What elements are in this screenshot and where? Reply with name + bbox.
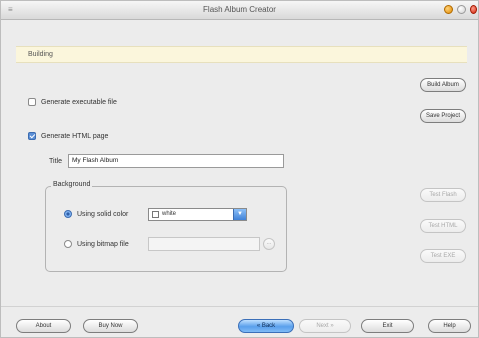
- generate-executable-checkbox[interactable]: [28, 98, 36, 106]
- color-select[interactable]: white ▼: [148, 208, 247, 221]
- minimize-icon[interactable]: [444, 5, 453, 14]
- help-button[interactable]: Help: [428, 319, 471, 333]
- exit-button[interactable]: Exit: [361, 319, 414, 333]
- generate-html-checkbox[interactable]: [28, 132, 36, 140]
- generate-html-label: Generate HTML page: [41, 132, 109, 140]
- solid-color-option[interactable]: Using solid color: [64, 210, 128, 218]
- maximize-icon[interactable]: [457, 5, 466, 14]
- generate-executable-option[interactable]: Generate executable file: [28, 98, 117, 106]
- color-value: white: [162, 211, 177, 217]
- solid-color-radio[interactable]: [64, 210, 72, 218]
- save-project-button[interactable]: Save Project: [420, 109, 466, 123]
- test-exe-button[interactable]: Test EXE: [420, 249, 466, 263]
- footer-divider: [1, 306, 478, 307]
- next-button[interactable]: Next »: [299, 319, 351, 333]
- bitmap-label: Using bitmap file: [77, 240, 129, 248]
- test-flash-button[interactable]: Test Flash: [420, 188, 466, 202]
- app-window: ≡ Flash Album Creator Building Build Alb…: [0, 0, 479, 338]
- chevron-down-icon[interactable]: ▼: [233, 209, 246, 220]
- background-group: [45, 186, 287, 272]
- browse-button[interactable]: ...: [263, 238, 275, 250]
- bitmap-option[interactable]: Using bitmap file: [64, 240, 129, 248]
- about-button[interactable]: About: [16, 319, 71, 333]
- close-icon[interactable]: [470, 5, 477, 14]
- color-swatch: [152, 211, 159, 218]
- window-title: Flash Album Creator: [203, 5, 276, 14]
- generate-html-option[interactable]: Generate HTML page: [28, 132, 108, 140]
- status-text: Building: [28, 51, 53, 58]
- buy-now-button[interactable]: Buy Now: [83, 319, 138, 333]
- title-input[interactable]: My Flash Album: [68, 154, 284, 168]
- background-legend: Background: [51, 181, 93, 188]
- back-button[interactable]: « Back: [238, 319, 294, 333]
- title-bar[interactable]: ≡ Flash Album Creator: [1, 1, 478, 20]
- build-album-button[interactable]: Build Album: [420, 78, 466, 92]
- title-label: Title: [49, 158, 62, 165]
- solid-color-label: Using solid color: [77, 210, 129, 218]
- test-html-button[interactable]: Test HTML: [420, 219, 466, 233]
- status-bar: Building: [16, 46, 467, 63]
- generate-executable-label: Generate executable file: [41, 98, 117, 106]
- bitmap-radio[interactable]: [64, 240, 72, 248]
- bitmap-file-input[interactable]: [148, 237, 260, 251]
